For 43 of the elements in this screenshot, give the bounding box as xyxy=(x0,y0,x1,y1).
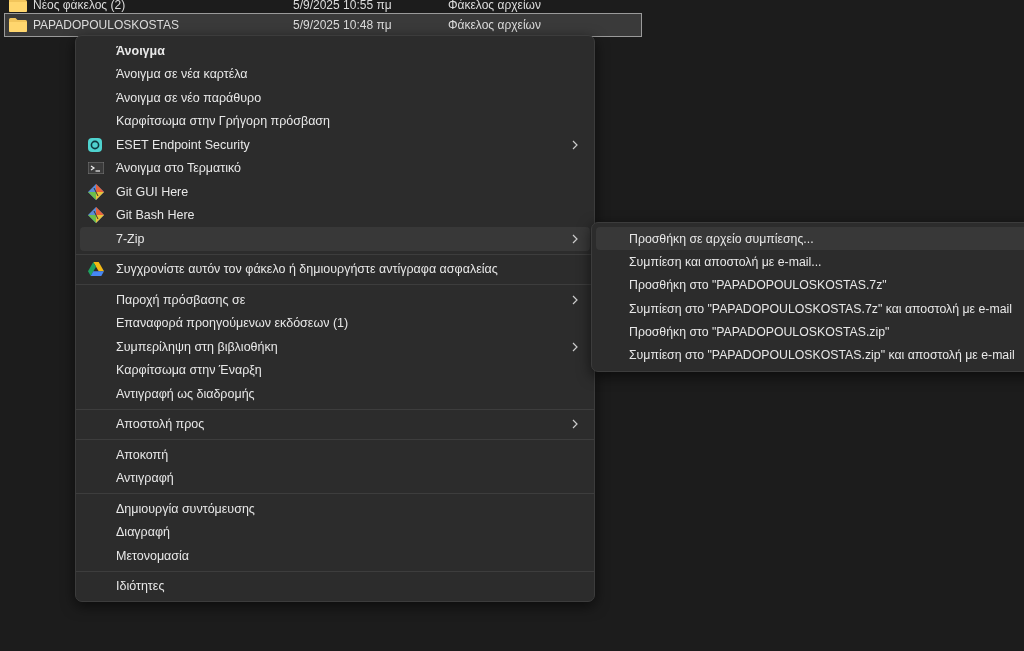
menu-item[interactable]: Ιδιότητες xyxy=(80,574,590,598)
menu-item[interactable]: Δημιουργία συντόμευσης xyxy=(80,497,590,521)
menu-item[interactable]: Παροχή πρόσβασης σε xyxy=(80,288,590,312)
menu-item[interactable]: Συγχρονίστε αυτόν τον φάκελο ή δημιουργήστε αντίγραφα ασφαλείας xyxy=(80,257,590,281)
menu-item[interactable]: Συμπερίληψη στη βιβλιοθήκη xyxy=(80,335,590,359)
menu-item[interactable]: Επαναφορά προηγούμενων εκδόσεων (1) xyxy=(80,311,590,335)
menu-item[interactable]: Προσθήκη στο "PAPADOPOULOSKOSTAS.7z" xyxy=(596,273,1024,297)
file-type: Φάκελος αρχείων xyxy=(448,18,541,32)
menu-item[interactable]: Καρφίτσωμα στην Έναρξη xyxy=(80,358,590,382)
menu-item[interactable]: Συμπίεση στο "PAPADOPOULOSKOSTAS.zip" και αποστολή με e-mail xyxy=(596,343,1024,367)
triangle-logo-icon xyxy=(88,262,104,277)
file-type: Φάκελος αρχείων xyxy=(448,0,541,12)
menu-item[interactable]: Καρφίτσωμα στην Γρήγορη πρόσβαση xyxy=(80,109,590,133)
menu-item[interactable]: Μετονομασία xyxy=(80,544,590,568)
folder-icon xyxy=(9,0,27,12)
menu-item[interactable]: Προσθήκη στο "PAPADOPOULOSKOSTAS.zip" xyxy=(596,320,1024,344)
menu-item[interactable]: Αντιγραφή xyxy=(80,466,590,490)
menu-item[interactable]: Άνοιγμα σε νέα καρτέλα xyxy=(80,62,590,86)
menu-item[interactable]: Συμπίεση στο "PAPADOPOULOSKOSTAS.7z" και αποστολή με e-mail xyxy=(596,296,1024,321)
menu-item[interactable]: Αποκοπή xyxy=(80,443,590,467)
menu-item[interactable]: Git GUI Here xyxy=(80,180,590,204)
menu-item[interactable]: Προσθήκη σε αρχείο συμπίεσης... xyxy=(596,227,1024,251)
menu-item[interactable]: Άνοιγμα σε νέο παράθυρο xyxy=(80,86,590,110)
file-row[interactable]: PAPADOPOULOSKOSTAS 5/9/2025 10:48 πμ Φάκελος αρχείων xyxy=(4,13,642,37)
menu-item[interactable]: Άνοιγμα στο Τερματικό xyxy=(80,156,590,180)
diamond-icon xyxy=(88,183,104,200)
menu-item[interactable]: ESET Endpoint Security xyxy=(80,133,590,157)
terminal-icon xyxy=(88,162,104,175)
menu-item[interactable]: Άνοιγμα xyxy=(80,39,590,63)
shield-circle-icon xyxy=(88,137,102,152)
menu-item[interactable]: Συμπίεση και αποστολή με e-mail... xyxy=(596,250,1024,274)
folder-icon xyxy=(9,18,27,32)
menu-item[interactable]: Αποστολή προς xyxy=(80,412,590,436)
menu-item[interactable]: Διαγραφή xyxy=(80,520,590,544)
menu-item[interactable]: Αντιγραφή ως διαδρομής xyxy=(80,382,590,406)
diamond-icon xyxy=(88,207,104,224)
menu-item[interactable]: Git Bash Here xyxy=(80,203,590,227)
file-row[interactable]: Νέος φάκελος (2) 5/9/2025 10:55 πμ Φάκελος αρχείων xyxy=(4,0,642,13)
file-date: 5/9/2025 10:48 πμ xyxy=(293,18,393,32)
menu-item[interactable]: 7-Zip xyxy=(80,227,590,251)
file-date: 5/9/2025 10:55 πμ xyxy=(293,0,393,12)
file-name: PAPADOPOULOSKOSTAS xyxy=(33,18,181,32)
file-name: Νέος φάκελος (2) xyxy=(33,0,127,12)
